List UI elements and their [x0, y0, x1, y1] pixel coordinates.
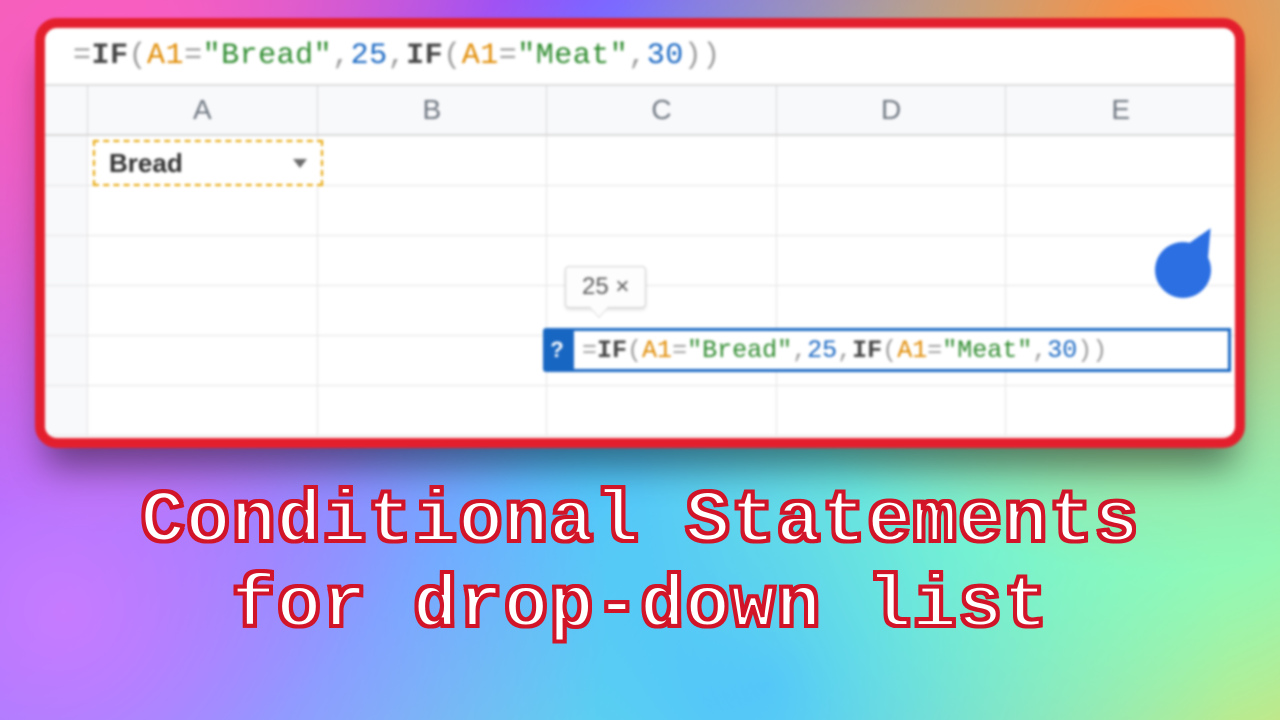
formula-eq: =: [73, 39, 92, 73]
cell-editor-input[interactable]: = IF ( A1 = "Bread" , 25 , IF ( A1 = "Me…: [571, 328, 1231, 372]
formula-hint-badge[interactable]: ?: [543, 328, 571, 372]
cell-editor[interactable]: ? = IF ( A1 = "Bread" , 25 , IF ( A1 = "…: [543, 328, 1231, 372]
column-headers: A B C D E: [45, 86, 1235, 136]
col-header-b[interactable]: B: [317, 86, 547, 134]
formula-lp2: (: [443, 39, 462, 73]
table-row: [45, 386, 1235, 436]
formula-c1: ,: [332, 39, 351, 73]
tooltip-text: 25 ×: [582, 273, 629, 300]
formula-if2: IF: [406, 39, 443, 73]
col-header-a[interactable]: A: [87, 86, 317, 134]
formula-lp1: (: [129, 39, 148, 73]
formula-30: 30: [647, 39, 684, 73]
formula-str-bread: "Bread": [203, 39, 333, 73]
formula-op2: =: [499, 39, 518, 73]
col-header-c[interactable]: C: [546, 86, 776, 134]
col-header-e[interactable]: E: [1005, 86, 1235, 134]
grid[interactable]: Bread 25 × ? = IF ( A1 = "Bread" , 25 , …: [45, 136, 1235, 438]
spreadsheet-panel: = IF ( A1 = "Bread" , 25 , IF ( A1 = "Me…: [35, 18, 1245, 448]
formula-ref2: A1: [462, 39, 499, 73]
table-row: [45, 186, 1235, 236]
formula-rp2: ): [702, 39, 721, 73]
formula-if1: IF: [92, 39, 129, 73]
dropdown-cell-a1[interactable]: Bread: [93, 140, 323, 186]
chevron-down-icon: [293, 159, 307, 168]
row-header-corner: [45, 86, 87, 134]
formula-rp1: ): [684, 39, 703, 73]
thumbnail-title: Conditional Statements for drop-down lis…: [0, 480, 1280, 650]
formula-c2: ,: [388, 39, 407, 73]
dropdown-value: Bread: [109, 148, 183, 179]
formula-25: 25: [351, 39, 388, 73]
col-header-d[interactable]: D: [776, 86, 1006, 134]
formula-bar[interactable]: = IF ( A1 = "Bread" , 25 , IF ( A1 = "Me…: [45, 28, 1235, 86]
formula-preview-tooltip: 25 ×: [565, 266, 646, 308]
formula-op1: =: [184, 39, 203, 73]
formula-ref1: A1: [147, 39, 184, 73]
title-line-2: for drop-down list: [20, 565, 1260, 650]
formula-c3: ,: [628, 39, 647, 73]
formula-str-meat: "Meat": [517, 39, 628, 73]
title-line-1: Conditional Statements: [141, 480, 1140, 564]
